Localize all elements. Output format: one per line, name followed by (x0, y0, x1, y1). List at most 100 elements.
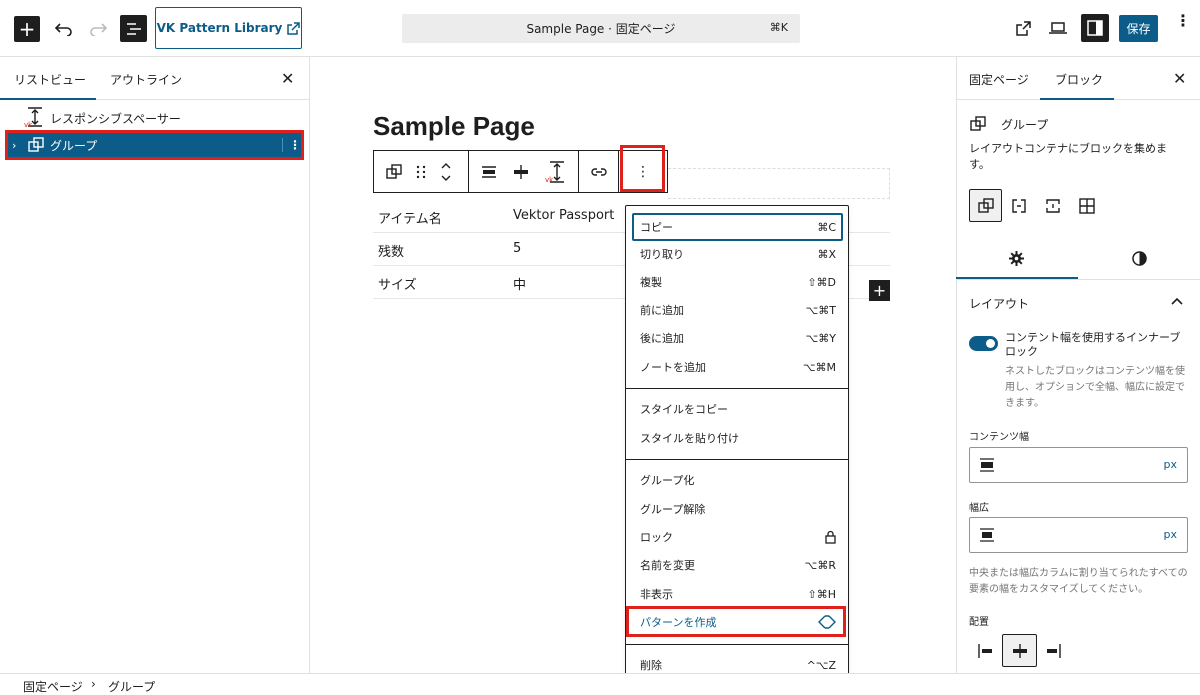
justify-left-icon[interactable] (978, 644, 994, 658)
save-button[interactable]: 保存 (1119, 15, 1158, 42)
menu-item-lock[interactable]: ロック (640, 526, 836, 548)
table-cell-label: サイズ (378, 278, 417, 293)
highlight-box (5, 130, 304, 160)
width-help: 中央または幅広カラムに割り当てられたすべての要素の幅をカスタマイズしてください。 (969, 568, 1188, 595)
menu-item-insert-before[interactable]: 前に追加 ⌥⌘T (640, 299, 836, 321)
table-cell-label: 残数 (378, 245, 405, 260)
wide-width-icon (980, 528, 994, 542)
inspector-tabs (956, 242, 1200, 280)
close-icon[interactable]: ✕ (1173, 69, 1186, 88)
external-link-icon (1015, 20, 1031, 36)
breadcrumb-item[interactable]: グループ (108, 678, 155, 695)
svg-text:vk: vk (24, 121, 33, 128)
variation-group-button[interactable] (969, 189, 1002, 222)
grid-icon[interactable] (1079, 198, 1095, 214)
table-cell-value: 中 (513, 278, 527, 293)
highlight-box (620, 145, 665, 192)
menu-item-rename[interactable]: 名前を変更 ⌥⌘R (640, 554, 836, 576)
menu-item-group[interactable]: グループ化 (640, 469, 836, 491)
justify-stretch-icon (980, 458, 994, 472)
svg-text:vk: vk (545, 176, 554, 184)
justify-stretch-icon[interactable] (481, 165, 497, 179)
menu-item-ungroup[interactable]: グループ解除 (640, 498, 836, 520)
row-icon[interactable] (1011, 198, 1027, 214)
group-icon (977, 197, 994, 213)
content-width-input[interactable]: px (969, 447, 1188, 483)
menu-separator (626, 644, 848, 645)
block-card-description: レイアウトコンテナにブロックを集めます。 (969, 142, 1167, 171)
tab-outline[interactable]: アウトライン (110, 71, 182, 88)
active-tab-indicator (0, 98, 96, 100)
link-icon[interactable] (590, 167, 607, 177)
justification-label: 配置 (969, 617, 989, 628)
toggle-help: ネストしたブロックはコンテンツ幅を使用し、オプションで全幅、幅広に設定できます。 (1005, 366, 1185, 409)
tab-list-view[interactable]: リストビュー (14, 71, 86, 88)
highlight-box (626, 606, 846, 637)
close-icon[interactable]: ✕ (281, 69, 294, 88)
styles-icon[interactable] (1132, 251, 1147, 266)
breadcrumb-separator: › (91, 677, 96, 691)
chevron-up-icon[interactable] (1171, 297, 1183, 305)
list-item[interactable]: vk レスポンシブスペーサー (0, 106, 310, 130)
vk-pattern-library-label: VK Pattern Library (156, 21, 283, 35)
document-overview-button[interactable] (120, 15, 147, 42)
group-icon (970, 116, 986, 131)
command-title: Sample Page · 固定ページ (526, 22, 676, 36)
block-inserter-button[interactable]: + (14, 16, 40, 42)
justify-center-icon[interactable] (513, 164, 529, 179)
table-cell-value: Vektor Passport (513, 208, 615, 223)
options-menu-icon[interactable]: ⋮ (1175, 13, 1191, 29)
editor-header: + VK Pattern Library Sample Page · 固定ページ… (0, 0, 1200, 57)
layout-panel-title[interactable]: レイアウト (969, 295, 1029, 312)
menu-item-cut[interactable]: 切り取り ⌘X (640, 243, 836, 265)
vk-pattern-library-button[interactable]: VK Pattern Library (155, 7, 302, 49)
sidebar-icon (1087, 20, 1103, 36)
page-title[interactable]: Sample Page (373, 111, 535, 142)
redo-icon (90, 23, 107, 36)
redo-button[interactable] (85, 16, 111, 42)
justify-right-icon[interactable] (1045, 644, 1061, 658)
list-view-tabs: リストビュー アウトライン ✕ (0, 57, 310, 100)
undo-button[interactable] (51, 16, 77, 42)
group-icon[interactable] (386, 163, 402, 180)
inner-blocks-toggle[interactable] (969, 336, 998, 351)
unit-label[interactable]: px (1164, 528, 1178, 541)
sidebar-tabs: 固定ページ ブロック ✕ (957, 57, 1200, 100)
group-block-outline (668, 168, 890, 199)
block-toolbar-segment (579, 151, 619, 192)
command-shortcut: ⌘K (769, 21, 788, 34)
tab-block[interactable]: ブロック (1055, 71, 1103, 88)
menu-separator (626, 388, 848, 389)
table-cell-value: 5 (513, 241, 522, 256)
wide-width-input[interactable]: px (969, 517, 1188, 553)
unit-label[interactable]: px (1164, 458, 1178, 471)
settings-sidebar-toggle[interactable] (1081, 14, 1109, 42)
table-cell-label: アイテム名 (378, 212, 442, 227)
external-link-icon (287, 21, 301, 35)
wide-width-label: 幅広 (969, 503, 989, 514)
list-item-label: レスポンシブスペーサー (50, 111, 181, 126)
append-block-button[interactable]: + (869, 280, 890, 301)
menu-item-add-note[interactable]: ノートを追加 ⌥⌘M (640, 356, 836, 378)
move-up-down-icon[interactable] (440, 160, 452, 184)
menu-item-duplicate[interactable]: 複製 ⇧⌘D (640, 271, 836, 293)
responsive-spacer-icon: vk (24, 106, 46, 131)
gear-icon[interactable] (1009, 251, 1024, 266)
menu-item-insert-after[interactable]: 後に追加 ⌥⌘Y (640, 327, 836, 349)
preview-button[interactable] (1045, 15, 1071, 41)
menu-item-copy[interactable]: コピー ⌘C (640, 216, 836, 238)
menu-item-paste-styles[interactable]: スタイルを貼り付け (640, 427, 836, 449)
block-toolbar-segment: vk (469, 151, 579, 192)
breadcrumb-item[interactable]: 固定ページ (23, 678, 83, 695)
tab-page[interactable]: 固定ページ (969, 71, 1029, 88)
justify-center-button[interactable] (1002, 634, 1037, 667)
block-breadcrumb: 固定ページ › グループ (0, 673, 1200, 694)
stack-icon[interactable] (1045, 198, 1061, 214)
responsive-spacer-icon[interactable]: vk (545, 160, 567, 184)
menu-item-copy-styles[interactable]: スタイルをコピー (640, 398, 836, 420)
drag-handle-icon[interactable] (416, 165, 426, 179)
view-page-button[interactable] (1010, 15, 1036, 41)
menu-item-hide[interactable]: 非表示 ⇧⌘H (640, 583, 836, 605)
command-palette-button[interactable]: Sample Page · 固定ページ ⌘K (402, 14, 800, 43)
toggle-label: コンテント幅を使用するインナーブロック (1005, 331, 1181, 358)
